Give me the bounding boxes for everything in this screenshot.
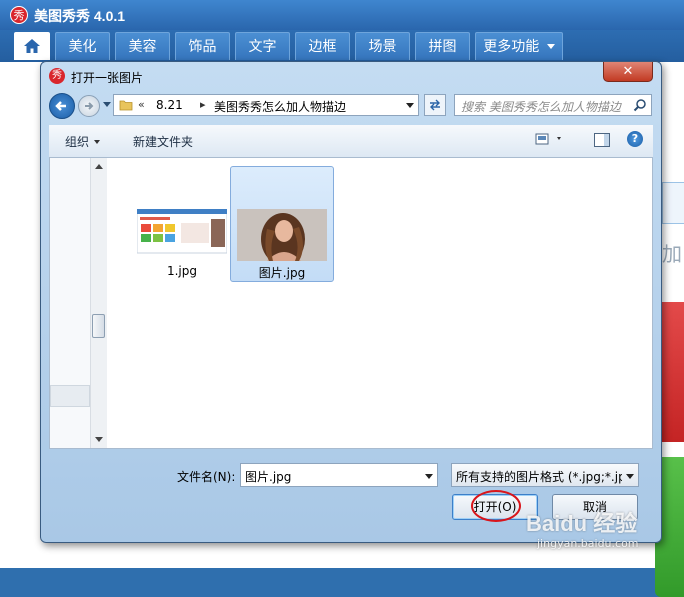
tab-more-functions[interactable]: 更多功能 bbox=[475, 32, 563, 60]
help-icon[interactable]: ? bbox=[627, 131, 643, 147]
background-glyph: 加 bbox=[662, 242, 682, 266]
breadcrumb-separator-icon[interactable]: ▸ bbox=[200, 98, 206, 111]
address-bar[interactable]: « 8.21 ▸ 美图秀秀怎么加人物描边 bbox=[113, 94, 419, 116]
home-icon bbox=[24, 39, 40, 53]
chevron-down-icon bbox=[626, 474, 634, 479]
app-title: 美图秀秀 4.0.1 bbox=[34, 8, 126, 24]
filename-label: 文件名(N): bbox=[177, 470, 236, 484]
dialog-app-icon: 秀 bbox=[49, 68, 65, 84]
tab-beauty[interactable]: 美容 bbox=[115, 32, 170, 60]
chevron-down-icon bbox=[94, 140, 101, 144]
file-type-select[interactable]: 所有支持的图片格式 (*.jpg;*.jp bbox=[451, 463, 639, 487]
search-input[interactable]: 搜索 美图秀秀怎么加人物描边 bbox=[454, 94, 652, 116]
tab-home[interactable] bbox=[14, 32, 50, 60]
breadcrumb-overflow[interactable]: « bbox=[138, 98, 145, 111]
organize-menu[interactable]: 组织 bbox=[65, 133, 101, 150]
tab-text[interactable]: 文字 bbox=[235, 32, 290, 60]
watermark-url: jingyan.baidu.com bbox=[537, 537, 639, 550]
open-image-dialog: 秀 打开一张图片 ✕ « 8.21 ▸ 美图秀秀怎么加人物描边 搜索 美图秀秀怎… bbox=[40, 61, 662, 543]
tab-more-label: 更多功能 bbox=[483, 39, 540, 55]
breadcrumb-item-current[interactable]: 美图秀秀怎么加人物描边 bbox=[214, 98, 346, 115]
command-toolbar: 组织 新建文件夹 ? bbox=[49, 125, 653, 158]
organize-label: 组织 bbox=[65, 135, 90, 149]
file-name: 1.jpg bbox=[166, 264, 198, 278]
search-icon[interactable] bbox=[633, 98, 647, 112]
refresh-icon bbox=[430, 99, 440, 111]
chevron-down-icon bbox=[546, 44, 555, 49]
refresh-button[interactable] bbox=[424, 94, 446, 116]
back-button[interactable] bbox=[49, 93, 75, 119]
app-titlebar: 秀 美图秀秀 4.0.1 bbox=[0, 0, 684, 30]
close-button[interactable]: ✕ bbox=[603, 62, 653, 82]
scroll-thumb[interactable] bbox=[92, 314, 105, 338]
preview-pane-button[interactable] bbox=[594, 133, 610, 147]
arrow-left-icon bbox=[55, 101, 66, 111]
new-folder-button[interactable]: 新建文件夹 bbox=[133, 133, 193, 150]
file-item-image-jpg[interactable]: 图片.jpg bbox=[230, 166, 334, 282]
background-panel bbox=[662, 182, 684, 224]
filename-input[interactable]: 图片.jpg bbox=[240, 463, 438, 487]
tab-collage[interactable]: 拼图 bbox=[415, 32, 470, 60]
address-dropdown-icon[interactable] bbox=[406, 103, 414, 108]
watermark-brand: Baidu 经验 bbox=[526, 511, 638, 536]
chevron-down-icon[interactable] bbox=[425, 474, 433, 479]
app-logo-icon: 秀 bbox=[10, 6, 28, 24]
search-placeholder: 搜索 美图秀秀怎么加人物描边 bbox=[461, 100, 621, 114]
scroll-up-icon[interactable] bbox=[95, 164, 103, 169]
tab-border[interactable]: 边框 bbox=[295, 32, 350, 60]
navigation-pane-item[interactable] bbox=[50, 385, 90, 407]
annotation-highlight-circle bbox=[471, 490, 521, 522]
folder-icon bbox=[119, 100, 133, 111]
navigation-pane bbox=[50, 158, 107, 448]
tab-scene[interactable]: 场景 bbox=[355, 32, 410, 60]
change-view-button[interactable] bbox=[535, 133, 565, 148]
file-type-value: 所有支持的图片格式 (*.jpg;*.jp bbox=[456, 470, 622, 484]
file-thumbnail bbox=[237, 209, 327, 261]
file-name: 图片.jpg bbox=[258, 266, 306, 280]
dialog-title: 打开一张图片 bbox=[71, 71, 144, 85]
arrow-right-icon bbox=[85, 102, 94, 110]
view-icon bbox=[535, 133, 561, 145]
app-tabbar: 美化 美容 饰品 文字 边框 场景 拼图 更多功能 bbox=[0, 30, 684, 62]
tab-beautify[interactable]: 美化 bbox=[55, 32, 110, 60]
forward-button[interactable] bbox=[78, 95, 100, 117]
filename-value: 图片.jpg bbox=[245, 470, 292, 484]
history-dropdown-icon[interactable] bbox=[103, 102, 111, 107]
vertical-scrollbar[interactable] bbox=[90, 158, 107, 448]
file-browser: 1.jpg 图片.jpg bbox=[49, 157, 653, 449]
scroll-down-icon[interactable] bbox=[95, 437, 103, 442]
file-thumbnail bbox=[137, 209, 227, 254]
navigation-bar: « 8.21 ▸ 美图秀秀怎么加人物描边 搜索 美图秀秀怎么加人物描边 bbox=[49, 93, 653, 119]
file-item-1jpg[interactable]: 1.jpg bbox=[130, 166, 234, 282]
breadcrumb-item-folder[interactable]: 8.21 bbox=[156, 98, 183, 112]
tab-accessories[interactable]: 饰品 bbox=[175, 32, 230, 60]
